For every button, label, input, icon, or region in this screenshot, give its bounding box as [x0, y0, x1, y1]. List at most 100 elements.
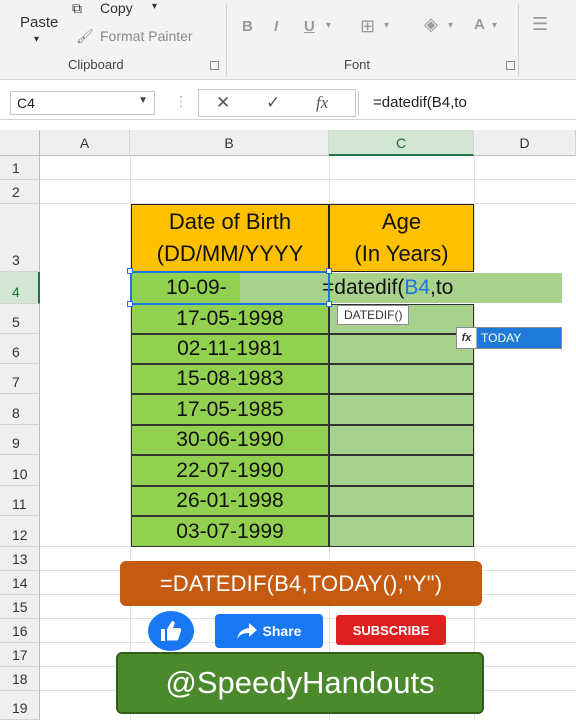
ribbon-divider	[518, 4, 519, 76]
excel-window: Paste ▾ ⧉ Copy ▾ 🖌 Format Painter Clipbo…	[0, 0, 576, 720]
dob-cell[interactable]: 30-06-1990	[131, 425, 329, 455]
format-painter-button[interactable]: Format Painter	[100, 28, 193, 44]
header-age[interactable]: Age (In Years)	[329, 204, 474, 272]
active-cell-editor[interactable]: =datedif(B4 ,to	[322, 272, 562, 304]
age-cell[interactable]	[329, 334, 474, 364]
share-button[interactable]: Share	[215, 614, 323, 648]
cancel-icon[interactable]: ✕	[216, 93, 230, 113]
age-cell[interactable]	[329, 455, 474, 486]
clipboard-group-label: Clipboard	[68, 57, 124, 72]
row-header[interactable]: 10	[0, 455, 40, 486]
subscribe-button[interactable]: SUBSCRIBE	[336, 615, 446, 645]
age-cell[interactable]	[329, 364, 474, 394]
resize-handle[interactable]	[127, 268, 133, 274]
autocomplete-label: TODAY	[481, 331, 522, 345]
italic-button[interactable]: I	[274, 18, 278, 35]
header-dob-line1: Date of Birth	[168, 209, 292, 234]
resize-handle[interactable]	[326, 301, 332, 307]
resize-handle[interactable]	[326, 268, 332, 274]
resize-handle[interactable]	[127, 301, 133, 307]
dob-cell[interactable]: 26-01-1998	[131, 486, 329, 516]
insert-function-icon[interactable]: fx	[316, 93, 328, 113]
gridline	[40, 179, 576, 180]
fill-color-icon[interactable]: ◈	[424, 14, 438, 35]
select-all-corner[interactable]	[0, 130, 40, 156]
row-header[interactable]: 14	[0, 571, 40, 595]
dob-cell[interactable]: 03-07-1999	[131, 516, 329, 547]
name-box[interactable]: C4 ▼	[10, 91, 155, 115]
row-header[interactable]: 9	[0, 425, 40, 455]
channel-handle-banner: @SpeedyHandouts	[116, 652, 484, 714]
align-icon[interactable]: ☰	[532, 14, 548, 35]
format-painter-icon: 🖌	[76, 28, 94, 44]
gridline	[474, 156, 475, 720]
row-header[interactable]: 17	[0, 643, 40, 667]
reference-highlight-b4	[130, 271, 330, 305]
header-age-line2: (In Years)	[354, 241, 449, 266]
borders-dropdown-icon[interactable]: ▾	[384, 20, 389, 31]
row-header[interactable]: 13	[0, 547, 40, 571]
name-box-value: C4	[17, 95, 35, 111]
row-header[interactable]: 3	[0, 204, 40, 272]
name-box-dropdown-icon[interactable]: ▼	[138, 95, 148, 106]
column-header-c[interactable]: C	[329, 130, 474, 156]
autocomplete-item-today[interactable]: fx TODAY	[456, 327, 562, 349]
row-header[interactable]: 1	[0, 156, 40, 180]
column-header-a[interactable]: A	[40, 130, 130, 156]
more-options-icon: ⋮	[174, 93, 188, 109]
function-icon: fx	[457, 328, 477, 348]
row-header[interactable]: 7	[0, 364, 40, 394]
font-color-button[interactable]: A	[474, 16, 485, 33]
row-header[interactable]: 19	[0, 691, 40, 720]
formula-banner: =DATEDIF(B4,TODAY(),"Y")	[120, 561, 482, 606]
underline-button[interactable]: U	[304, 18, 315, 35]
age-cell[interactable]	[329, 486, 474, 516]
row-header[interactable]: 2	[0, 180, 40, 204]
editor-formula-ref: B4	[404, 276, 430, 299]
fill-color-dropdown-icon[interactable]: ▾	[448, 20, 453, 31]
formula-input[interactable]: =datedif(B4,to	[358, 91, 576, 115]
copy-dropdown-icon[interactable]: ▾	[152, 1, 157, 12]
ribbon-divider	[226, 4, 227, 76]
header-age-line1: Age	[381, 209, 422, 234]
paste-dropdown-icon[interactable]: ▾	[34, 34, 39, 45]
dob-cell[interactable]: 15-08-1983	[131, 364, 329, 394]
editor-formula-suffix: ,to	[430, 276, 454, 299]
row-header[interactable]: 11	[0, 486, 40, 516]
font-color-dropdown-icon[interactable]: ▾	[492, 20, 497, 31]
row-header[interactable]: 15	[0, 595, 40, 619]
row-header[interactable]: 4	[0, 272, 40, 304]
dob-cell[interactable]: 02-11-1981	[131, 334, 329, 364]
header-dob-line2: (DD/MM/YYYY	[156, 241, 304, 266]
enter-icon[interactable]: ✓	[266, 93, 280, 113]
share-label: Share	[262, 623, 302, 639]
dob-cell[interactable]: 17-05-1985	[131, 394, 329, 425]
column-header-d[interactable]: D	[474, 130, 576, 156]
row-header[interactable]: 5	[0, 304, 40, 334]
font-group-label: Font	[344, 57, 371, 72]
paste-button[interactable]: Paste	[20, 14, 58, 31]
underline-dropdown-icon[interactable]: ▾	[326, 20, 331, 31]
editor-formula-prefix: =datedif(	[322, 276, 405, 299]
bold-button[interactable]: B	[242, 18, 253, 35]
header-date-of-birth[interactable]: Date of Birth (DD/MM/YYYY	[131, 204, 329, 272]
function-tooltip: DATEDIF()	[337, 305, 410, 325]
age-cell[interactable]	[329, 425, 474, 455]
like-button[interactable]	[148, 611, 194, 651]
copy-icon: ⧉	[72, 0, 82, 16]
age-cell[interactable]	[329, 394, 474, 425]
clipboard-launcher-icon[interactable]	[210, 61, 219, 70]
borders-icon[interactable]: ⊞	[360, 16, 375, 37]
row-header[interactable]: 18	[0, 667, 40, 691]
row-header[interactable]: 16	[0, 619, 40, 643]
share-arrow-icon	[236, 623, 257, 639]
age-cell[interactable]	[329, 516, 474, 547]
column-header-b[interactable]: B	[130, 130, 329, 156]
row-header[interactable]: 6	[0, 334, 40, 364]
dob-cell[interactable]: 17-05-1998	[131, 304, 329, 334]
copy-button[interactable]: Copy	[100, 0, 133, 16]
dob-cell[interactable]: 22-07-1990	[131, 455, 329, 486]
font-launcher-icon[interactable]	[506, 61, 515, 70]
row-header[interactable]: 8	[0, 394, 40, 425]
row-header[interactable]: 12	[0, 516, 40, 547]
